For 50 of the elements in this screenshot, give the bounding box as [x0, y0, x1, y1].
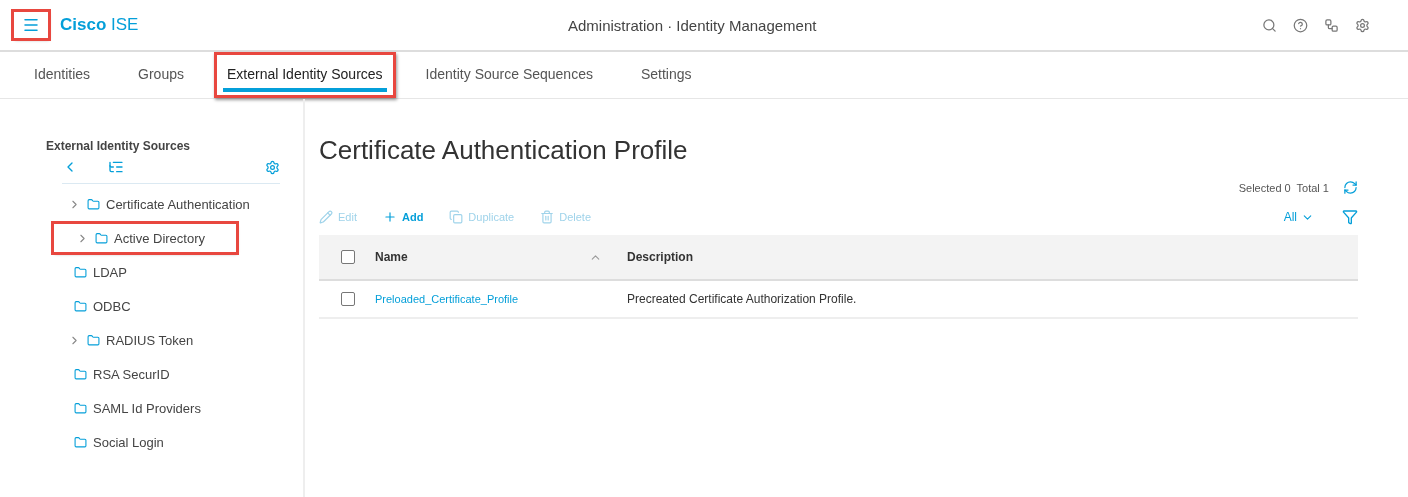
refresh-icon[interactable]	[1343, 180, 1358, 195]
tree-item[interactable]: ODBC	[46, 292, 303, 320]
folder-icon	[95, 231, 108, 245]
page-title: Certificate Authentication Profile	[319, 135, 689, 166]
tab[interactable]: Settings	[616, 52, 716, 98]
folder-icon	[87, 333, 100, 347]
tab[interactable]: Groups	[114, 52, 208, 98]
tree-item-label: Active Directory	[114, 230, 206, 246]
tree-item-label: ODBC	[93, 298, 131, 314]
column-header[interactable]: Description	[627, 250, 1358, 264]
help-icon[interactable]	[1293, 17, 1308, 33]
tree-item-label: LDAP	[93, 264, 127, 280]
tree-item-label: RSA SecurID	[93, 366, 170, 382]
checkbox[interactable]	[341, 292, 355, 306]
column-header[interactable]: Name	[375, 250, 589, 264]
menu-button[interactable]	[14, 12, 48, 38]
tab[interactable]: External Identity Sources	[213, 52, 396, 98]
folder-icon	[74, 299, 87, 313]
settings-icon[interactable]	[1355, 17, 1370, 33]
filter-icon[interactable]	[1342, 209, 1358, 225]
tree-item-label: Social Login	[93, 434, 164, 450]
tree-item[interactable]: RADIUS Token	[46, 326, 303, 354]
selection-summary: Selected 0 Total 1	[1238, 181, 1329, 194]
checkbox[interactable]	[341, 250, 355, 264]
folder-icon	[74, 401, 87, 415]
tree-item-label: RADIUS Token	[106, 332, 194, 348]
tab[interactable]: Identity Source Sequences	[401, 52, 617, 98]
page-header-title: Administration · Identity Management	[567, 16, 818, 34]
tree-item[interactable]: Social Login	[46, 428, 303, 456]
tree-view-icon[interactable]	[108, 159, 124, 175]
folder-icon	[74, 265, 87, 279]
folder-icon	[74, 367, 87, 381]
tree-item-label: Certificate Authentication	[106, 196, 250, 212]
menu-icon[interactable]	[22, 16, 40, 34]
settings-icon[interactable]	[265, 159, 280, 175]
tab[interactable]: Identities	[10, 52, 115, 98]
tree-item[interactable]: SAML Id Providers	[46, 394, 303, 422]
tree-item[interactable]: Certificate Authentication	[46, 190, 303, 218]
table-cell-text: Precreated Certificate Authorization Profile.	[627, 292, 858, 306]
folder-icon	[74, 435, 87, 449]
tree-item-label: SAML Id Providers	[93, 400, 201, 416]
folder-icon	[87, 197, 100, 211]
workflow-icon[interactable]	[1324, 17, 1339, 33]
tree-item[interactable]: Active Directory	[54, 224, 236, 252]
search-icon[interactable]	[1262, 17, 1277, 33]
sidebar-title: External Identity Sources	[46, 139, 192, 153]
add-icon[interactable]	[382, 210, 397, 224]
brand-logo: Cisco ISE	[60, 15, 139, 35]
tree-item[interactable]: LDAP	[46, 258, 303, 286]
tree-item[interactable]: RSA SecurID	[46, 360, 303, 388]
